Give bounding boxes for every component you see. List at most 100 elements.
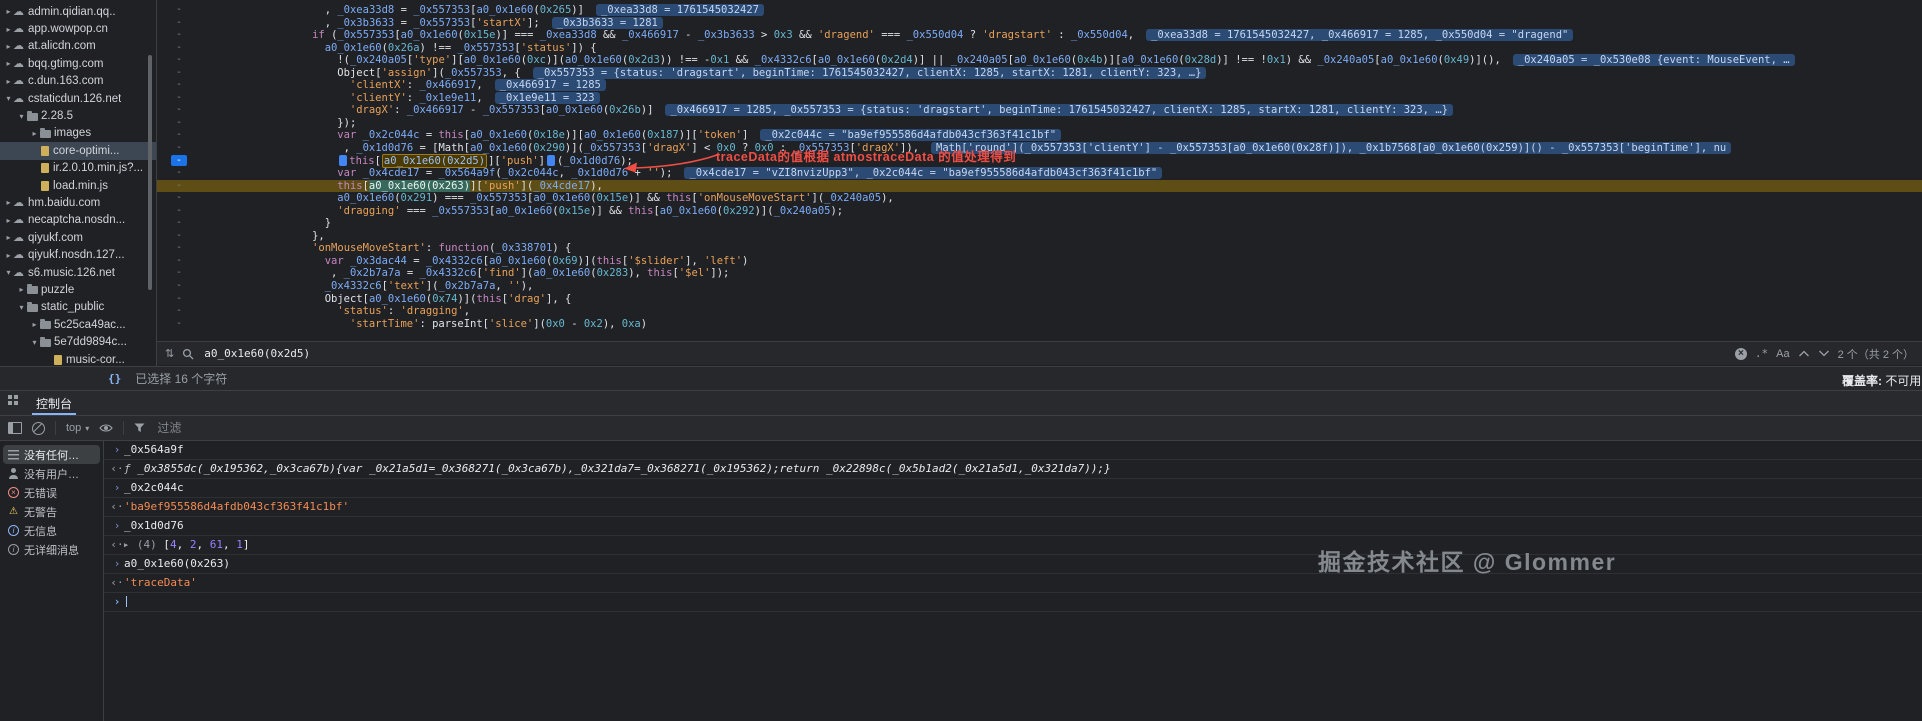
console-filter-messages[interactable]: 没有任何… — [3, 445, 100, 464]
chevron-right-icon[interactable]: ▸ — [4, 233, 13, 242]
breakpoint-gutter-line[interactable]: - — [157, 42, 201, 55]
chevron-right-icon[interactable]: ▸ — [17, 285, 26, 294]
chevron-right-icon[interactable]: ▸ — [4, 216, 13, 225]
tree-item-domain[interactable]: ▸ ☁ necaptcha.nosdn... — [0, 212, 156, 229]
breakpoint-gutter-line[interactable]: - — [157, 117, 201, 130]
breakpoint-gutter-line[interactable]: - — [157, 280, 201, 293]
panel-grid-icon[interactable] — [8, 395, 12, 399]
breakpoint-gutter-line[interactable]: - — [157, 205, 201, 218]
breakpoint-gutter-line[interactable]: - — [157, 29, 201, 42]
console-prompt-row[interactable]: › — [104, 593, 1922, 612]
filter-funnel-icon[interactable] — [134, 423, 145, 433]
breakpoint-gutter-line[interactable]: - — [157, 154, 201, 168]
tree-item-domain[interactable]: ▸ ☁ qiyukf.com — [0, 229, 156, 246]
tree-item-domain[interactable]: ▸ ☁ c.dun.163.com — [0, 73, 156, 90]
match-case-toggle-icon[interactable]: Aa — [1776, 348, 1789, 360]
console-messages[interactable]: › _0x564a9f ‹· ƒ _0x3855dc(_0x195362,_0x3ca… — [104, 441, 1922, 721]
breakpoint-gutter-line[interactable]: - — [157, 230, 201, 243]
breakpoint-gutter-line[interactable]: - — [157, 142, 201, 155]
breakpoint-gutter-line[interactable]: - — [157, 305, 201, 318]
tree-item-folder[interactable]: ▾ 2.28.5 — [0, 107, 156, 124]
breakpoint-gutter-line[interactable]: - — [157, 104, 201, 117]
navigator-scrollbar[interactable] — [148, 55, 152, 290]
tree-item-folder[interactable]: ▸ 5c25ca49ac... — [0, 316, 156, 333]
console-filter-user[interactable]: 没有用户… — [3, 464, 100, 483]
tree-item-domain[interactable]: ▸ ☁ hm.baidu.com — [0, 194, 156, 211]
tree-item-domain[interactable]: ▸ ☁ at.alicdn.com — [0, 38, 156, 55]
chevron-down-icon[interactable]: ▾ — [4, 268, 13, 277]
console-filter-info[interactable]: 无信息 — [3, 521, 100, 540]
breakpoint-gutter-line[interactable]: - — [157, 293, 201, 306]
eye-icon[interactable] — [99, 423, 114, 433]
tree-item-domain[interactable]: ▸ ☁ admin.qidian.qq.. — [0, 3, 156, 20]
console-sidebar-toggle-icon[interactable] — [8, 422, 22, 434]
console-filter-input[interactable] — [155, 420, 300, 436]
search-input[interactable] — [202, 346, 1727, 361]
drawer-tab-bar: 控制台 — [0, 391, 1922, 416]
next-match-icon[interactable] — [1818, 350, 1830, 357]
tree-item-folder[interactable]: ▾ 5e7dd9894c... — [0, 333, 156, 350]
code-line: var _0x2c044c = this[a0_0x1e60(0x18e)][a… — [201, 129, 1922, 142]
console-filter-error[interactable]: 无错误 — [3, 483, 100, 502]
tree-item-folder[interactable]: ▸ puzzle — [0, 281, 156, 298]
inline-breakpoint-icon[interactable] — [547, 154, 555, 166]
tree-item-folder[interactable]: ▸ images — [0, 125, 156, 142]
chevron-down-icon[interactable]: ▾ — [4, 94, 13, 103]
chevron-right-icon[interactable]: ▸ — [30, 320, 39, 329]
chevron-down-icon[interactable]: ▾ — [30, 338, 39, 347]
tab-console[interactable]: 控制台 — [26, 391, 82, 415]
regex-toggle-icon[interactable]: .* — [1755, 347, 1768, 360]
tree-item-folder[interactable]: ▾ static_public — [0, 299, 156, 316]
toggle-replace-icon[interactable]: ⇅ — [165, 347, 174, 360]
breakpoint-gutter-line[interactable]: - — [157, 129, 201, 142]
tree-item-file[interactable]: music-cor... — [0, 351, 156, 366]
breakpoint-gutter-line[interactable]: - — [157, 192, 201, 205]
tree-item-domain[interactable]: ▾ ☁ cstaticdun.126.net — [0, 90, 156, 107]
previous-match-icon[interactable] — [1798, 350, 1810, 357]
breakpoint-gutter-line[interactable]: - — [157, 92, 201, 105]
chevron-right-icon[interactable]: ▸ — [4, 7, 13, 16]
chevron-down-icon[interactable]: ▾ — [17, 112, 26, 121]
chevron-right-icon[interactable]: ▸ — [4, 251, 13, 260]
console-row-text: _0x2c044c — [124, 481, 184, 494]
chevron-right-icon[interactable]: ▸ — [4, 25, 13, 34]
console-row-text: 'ba9ef955586d4afdb043cf363f41c1bf' — [124, 500, 350, 513]
tree-item-domain[interactable]: ▸ ☁ bqq.gtimg.com — [0, 55, 156, 72]
chevron-right-icon[interactable]: ▸ — [4, 59, 13, 68]
breakpoint-gutter-line[interactable]: - — [157, 17, 201, 30]
console-row-text: _0x1d0d76 — [124, 519, 184, 532]
console-filter-verbose[interactable]: 无详细消息 — [3, 540, 100, 559]
clear-search-icon[interactable] — [1734, 347, 1747, 360]
eval-value-chip: _0x466917 = 1285, _0x557353 = {status: '… — [665, 104, 1453, 117]
tree-item-file[interactable]: ir.2.0.10.min.js?... — [0, 160, 156, 177]
chevron-right-icon[interactable]: ▸ — [4, 42, 13, 51]
tree-item-domain[interactable]: ▸ ☁ qiyukf.nosdn.127... — [0, 246, 156, 263]
breakpoint-gutter-line[interactable]: - — [157, 179, 201, 193]
breakpoint-gutter-line[interactable]: - — [157, 217, 201, 230]
chevron-right-icon[interactable]: ▸ — [4, 77, 13, 86]
breakpoint-gutter-line[interactable]: - — [157, 255, 201, 268]
warning-icon — [8, 506, 19, 517]
context-selector[interactable]: top ▾ — [66, 422, 89, 434]
editor-code[interactable]: traceData的值根据 atmostraceData 的值处理得到 , _0… — [201, 0, 1922, 341]
inline-breakpoint-icon[interactable] — [339, 154, 348, 166]
chevron-right-icon[interactable]: ▸ — [30, 129, 39, 138]
breakpoint-gutter-line[interactable]: - — [157, 4, 201, 17]
breakpoint-gutter-line[interactable]: - — [157, 242, 201, 255]
breakpoint-gutter-line[interactable]: - — [157, 54, 201, 67]
chevron-right-icon[interactable]: ▸ — [4, 198, 13, 207]
breakpoint-gutter-line[interactable]: - — [157, 318, 201, 331]
pretty-print-button[interactable]: {} — [108, 372, 121, 385]
tree-item-domain[interactable]: ▸ ☁ app.wowpop.cn — [0, 20, 156, 37]
tree-item-file[interactable]: core-optimi... — [0, 142, 156, 160]
breakpoint-gutter-line[interactable]: - — [157, 79, 201, 92]
console-filter-warning[interactable]: 无警告 — [3, 502, 100, 521]
breakpoint-gutter-line[interactable]: - — [157, 267, 201, 280]
breakpoint-gutter-line[interactable]: - — [157, 167, 201, 180]
breakpoint-gutter-line[interactable]: - — [157, 67, 201, 80]
chevron-down-icon[interactable]: ▾ — [17, 303, 26, 312]
tree-item-domain[interactable]: ▾ ☁ s6.music.126.net — [0, 264, 156, 281]
console-row-text: _0x564a9f — [124, 443, 184, 456]
clear-console-icon[interactable] — [32, 421, 45, 435]
tree-item-file[interactable]: load.min.js — [0, 177, 156, 194]
